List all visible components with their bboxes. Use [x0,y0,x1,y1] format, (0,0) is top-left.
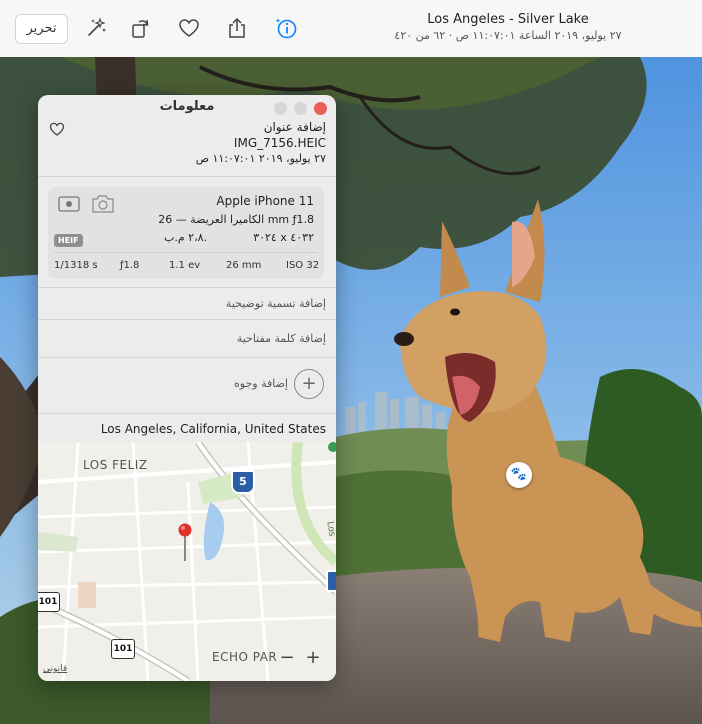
exposure: 1.1 ev [169,260,201,271]
camera-info-box: HEIF Apple iPhone 11 الكاميرا العريضة — … [48,187,324,279]
info-icon[interactable] [275,17,297,39]
plus-icon: + [301,373,317,394]
focal-length: 26 mm [226,260,262,271]
route-101-shield: 101 [111,639,135,659]
zoom-in-button[interactable]: + [304,647,322,668]
photo-date-subtitle: ٢٧ يوليو، ٢٠١٩ الساعة ١١:٠٧:٠١ ص · ٦٢ من… [394,29,622,42]
megapixels: ٢،٨ م.ب. [164,231,208,244]
face-tag-marker[interactable]: 🐾 [506,462,532,488]
add-title-field[interactable]: إضافة عنوان [264,120,326,134]
photo-title-block: Los Angeles - Silver Lake ٢٧ يوليو، ٢٠١٩… [338,11,678,44]
rotate-icon[interactable] [130,17,152,39]
favorite-heart-icon[interactable] [49,121,65,137]
map-label-los: Los [324,520,336,538]
divider [38,319,336,320]
shutter-speed: 1/1318 s [54,260,98,271]
legal-link[interactable]: قانوني [43,664,67,674]
edit-button[interactable]: تحرير [15,14,68,44]
location-map[interactable]: LOS FELIZ 5 101 101 Los ECHO PAR − + قان… [38,442,336,681]
divider [38,287,336,288]
map-label-los-feliz: LOS FELIZ [83,458,148,472]
toolbar: تحرير Los Angeles - Silver Lake ٢٧ يوليو… [0,0,702,58]
favorite-heart-icon[interactable] [178,17,200,39]
camera-model: Apple iPhone 11 [216,194,314,208]
add-keyword-field[interactable]: إضافة كلمة مفتاحية [237,332,326,345]
location-pin-icon [178,523,192,563]
format-badge: HEIF [54,234,83,247]
add-caption-field[interactable]: إضافة تسمية توضيحية [226,297,326,310]
divider [38,357,336,358]
location-text: Los Angeles, California, United States [100,422,326,436]
zoom-out-button[interactable]: − [278,647,296,668]
route-101-shield: 101 [38,592,60,612]
add-faces-label: إضافة وجوه [234,377,288,390]
live-photo-icon [90,193,116,215]
interstate-shield-partial [326,570,336,592]
add-faces-button[interactable]: + [294,369,324,399]
camera-lens: الكاميرا العريضة — 26 mm ƒ1.8 [158,213,314,226]
image-dimensions: ٣٠٢٤ x ٤٠٣٢ [253,231,314,244]
panel-title: معلومات [159,99,215,114]
aperture: ƒ1.8 [120,260,140,271]
magic-wand-icon[interactable] [85,17,107,39]
share-icon[interactable] [226,17,248,39]
divider [38,176,336,177]
divider [38,413,336,414]
paw-icon: 🐾 [510,467,528,482]
camera-icon [58,195,80,213]
photo-location-title: Los Angeles - Silver Lake [427,12,589,27]
iso: ISO 32 [286,260,320,271]
photo-datetime: ٢٧ يوليو، ٢٠١٩ ١١:٠٧:٠١ ص [195,152,326,165]
interstate-5-shield: 5 [231,470,255,494]
map-poi-icon [328,442,336,452]
map-label-echo-park: ECHO PAR [212,650,278,664]
info-panel: معلومات إضافة عنوان IMG_7156.HEIC ٢٧ يول… [38,95,336,681]
filename: IMG_7156.HEIC [233,136,326,150]
divider [54,252,318,253]
